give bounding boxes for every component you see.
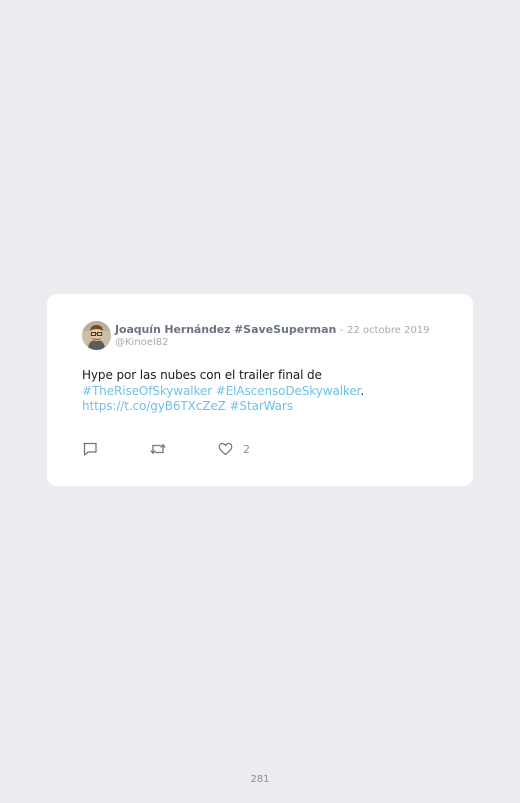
hashtag-link[interactable]: #ElAscensoDeSkywalker xyxy=(216,384,361,398)
author-name-hashtag[interactable]: #SaveSuperman xyxy=(234,323,336,336)
author-avatar[interactable] xyxy=(82,321,111,350)
reply-button[interactable] xyxy=(82,440,98,458)
retweet-button[interactable] xyxy=(149,440,167,458)
hashtag-link[interactable]: #StarWars xyxy=(230,399,294,413)
date-separator: - xyxy=(339,325,344,336)
reply-icon xyxy=(83,442,97,456)
author-name[interactable]: Joaquín Hernández xyxy=(115,323,231,336)
tweet-text-period: . xyxy=(360,383,365,398)
tweet-date[interactable]: 22 octobre 2019 xyxy=(347,325,430,336)
avatar-icon xyxy=(82,321,111,350)
author-handle[interactable]: @Kinoel82 xyxy=(115,337,465,349)
hashtag-link[interactable]: #TheRiseOfSkywalker xyxy=(82,384,212,398)
retweet-icon xyxy=(150,443,166,455)
like-button[interactable]: 2 xyxy=(218,440,250,458)
url-link[interactable]: https://t.co/gyB6TXcZeZ xyxy=(82,399,226,413)
tweet-header: Joaquín Hernández #SaveSuperman - 22 oct… xyxy=(115,323,465,349)
page-number: 281 xyxy=(250,774,270,785)
heart-icon xyxy=(218,442,233,456)
like-count: 2 xyxy=(243,442,250,456)
tweet-text-intro: Hype por las nubes con el trailer final … xyxy=(82,368,322,382)
tweet-actions: 2 xyxy=(82,440,342,458)
tweet-text: Hype por las nubes con el trailer final … xyxy=(82,368,432,415)
tweet-card: Joaquín Hernández #SaveSuperman - 22 oct… xyxy=(47,294,473,486)
author-line: Joaquín Hernández #SaveSuperman - 22 oct… xyxy=(115,323,465,337)
